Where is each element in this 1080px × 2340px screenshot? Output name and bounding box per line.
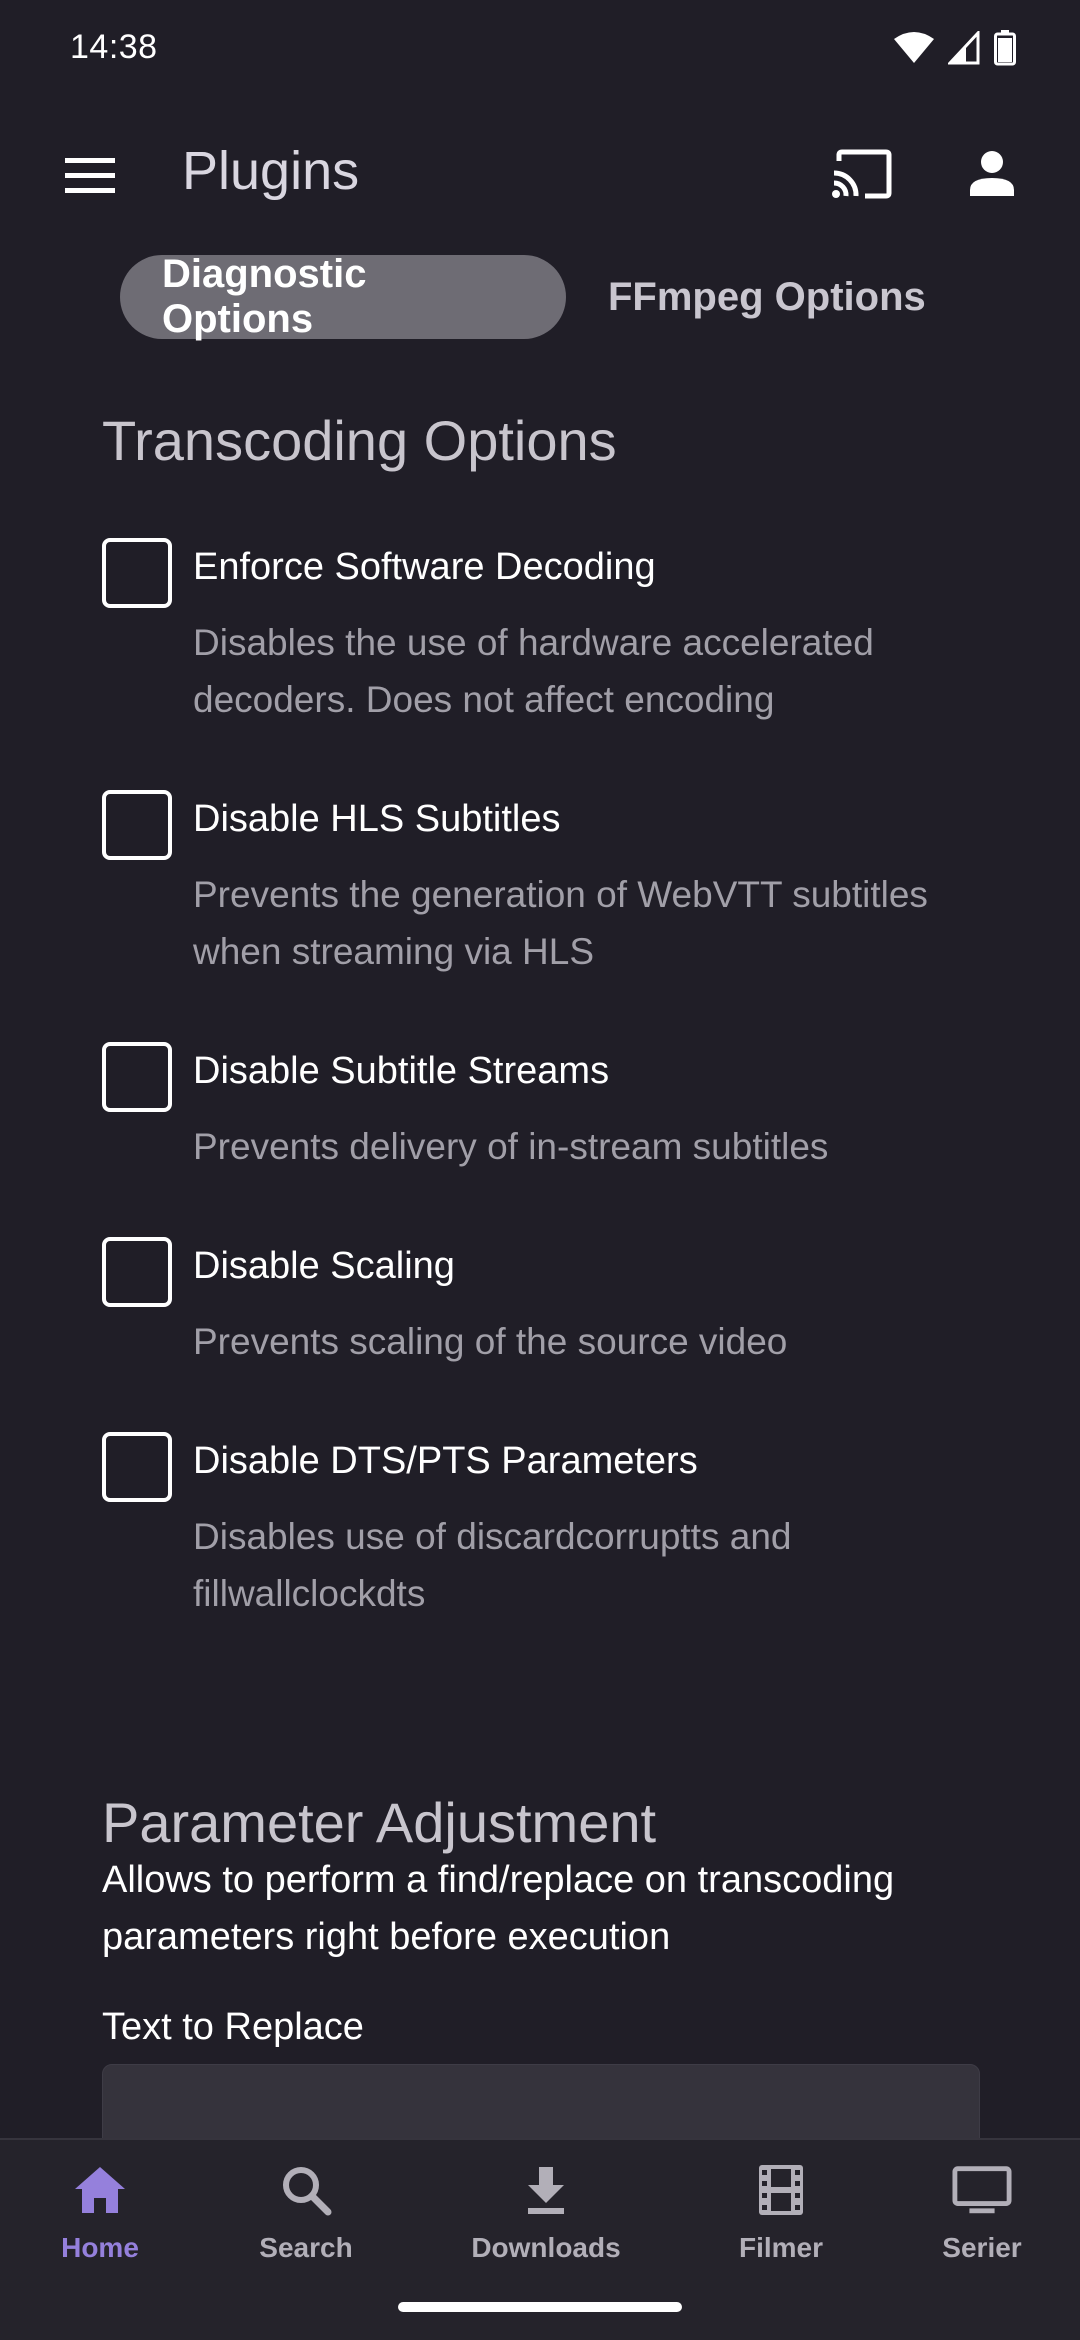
option-description: Prevents delivery of in-stream subtitles — [193, 1126, 829, 1167]
tab-diagnostic-options[interactable]: Diagnostic Options — [120, 252, 566, 341]
checkbox-disable-dts-pts-parameters[interactable] — [102, 1432, 172, 1502]
menu-icon — [65, 158, 115, 193]
tv-icon — [952, 2166, 1012, 2214]
status-time: 14:38 — [70, 28, 158, 66]
page-title: Plugins — [182, 141, 360, 201]
nav-item-downloads[interactable]: Downloads — [446, 2160, 646, 2264]
search-icon — [283, 2167, 332, 2216]
section-title-transcoding: Transcoding Options — [102, 409, 617, 472]
nav-label: Filmer — [738, 2232, 824, 2263]
nav-item-serier[interactable]: Serier — [882, 2160, 1080, 2264]
option-disable-dts-pts-parameters: Disable DTS/PTS Parameters Disables use … — [102, 1432, 1002, 1632]
option-description: Disables the use of hardware accelerated… — [193, 622, 874, 720]
wifi-icon — [894, 32, 934, 63]
app-bar: Plugins — [0, 110, 1080, 240]
screen: 14:38 Plugins Diagnostic Options FFmpeg … — [0, 0, 1080, 2340]
tab-bar: Diagnostic Options FFmpeg Options — [120, 252, 968, 341]
checkbox-disable-scaling[interactable] — [102, 1237, 172, 1307]
cell-signal-icon — [948, 31, 980, 65]
home-icon — [75, 2167, 125, 2213]
option-description: Prevents the generation of WebVTT subtit… — [193, 874, 928, 972]
checkbox-disable-subtitle-streams[interactable] — [102, 1042, 172, 1112]
option-disable-subtitle-streams: Disable Subtitle Streams Prevents delive… — [102, 1042, 1002, 1182]
option-description: Prevents scaling of the source video — [193, 1321, 788, 1362]
status-bar: 14:38 — [0, 0, 1080, 100]
option-label: Disable DTS/PTS Parameters — [193, 1440, 698, 1482]
nav-item-filmer[interactable]: Filmer — [681, 2160, 881, 2264]
film-icon — [759, 2165, 803, 2215]
tab-ffmpeg-options[interactable]: FFmpeg Options — [566, 255, 968, 339]
option-label: Enforce Software Decoding — [193, 546, 656, 588]
nav-label: Home — [61, 2232, 139, 2263]
status-icons — [894, 30, 1016, 66]
checkbox-disable-hls-subtitles[interactable] — [102, 790, 172, 860]
option-description: Disables use of discardcorruptts and fil… — [193, 1516, 792, 1614]
text-to-replace-label: Text to Replace — [102, 2006, 364, 2048]
download-icon — [528, 2167, 564, 2214]
user-button[interactable] — [950, 132, 1034, 216]
option-disable-scaling: Disable Scaling Prevents scaling of the … — [102, 1237, 1002, 1377]
home-indicator[interactable] — [398, 2302, 682, 2312]
nav-item-home[interactable]: Home — [0, 2160, 200, 2264]
parameter-adjustment-description: Allows to perform a find/replace on tran… — [102, 1859, 895, 1958]
option-label: Disable Scaling — [193, 1245, 455, 1287]
nav-label: Search — [259, 2232, 353, 2263]
option-label: Disable Subtitle Streams — [193, 1050, 610, 1092]
nav-label: Downloads — [471, 2232, 621, 2263]
checkbox-enforce-software-decoding[interactable] — [102, 538, 172, 608]
option-enforce-software-decoding: Enforce Software Decoding Disables the u… — [102, 538, 1002, 738]
cast-icon — [832, 149, 892, 199]
option-disable-hls-subtitles: Disable HLS Subtitles Prevents the gener… — [102, 790, 1002, 990]
nav-item-search[interactable]: Search — [206, 2160, 406, 2264]
cast-button[interactable] — [820, 132, 904, 216]
nav-label: Serier — [942, 2232, 1022, 2263]
option-label: Disable HLS Subtitles — [193, 798, 561, 840]
user-icon — [970, 151, 1014, 196]
section-title-parameter-adjustment: Parameter Adjustment — [102, 1791, 657, 1854]
battery-icon — [994, 30, 1016, 66]
menu-button[interactable] — [50, 136, 130, 216]
